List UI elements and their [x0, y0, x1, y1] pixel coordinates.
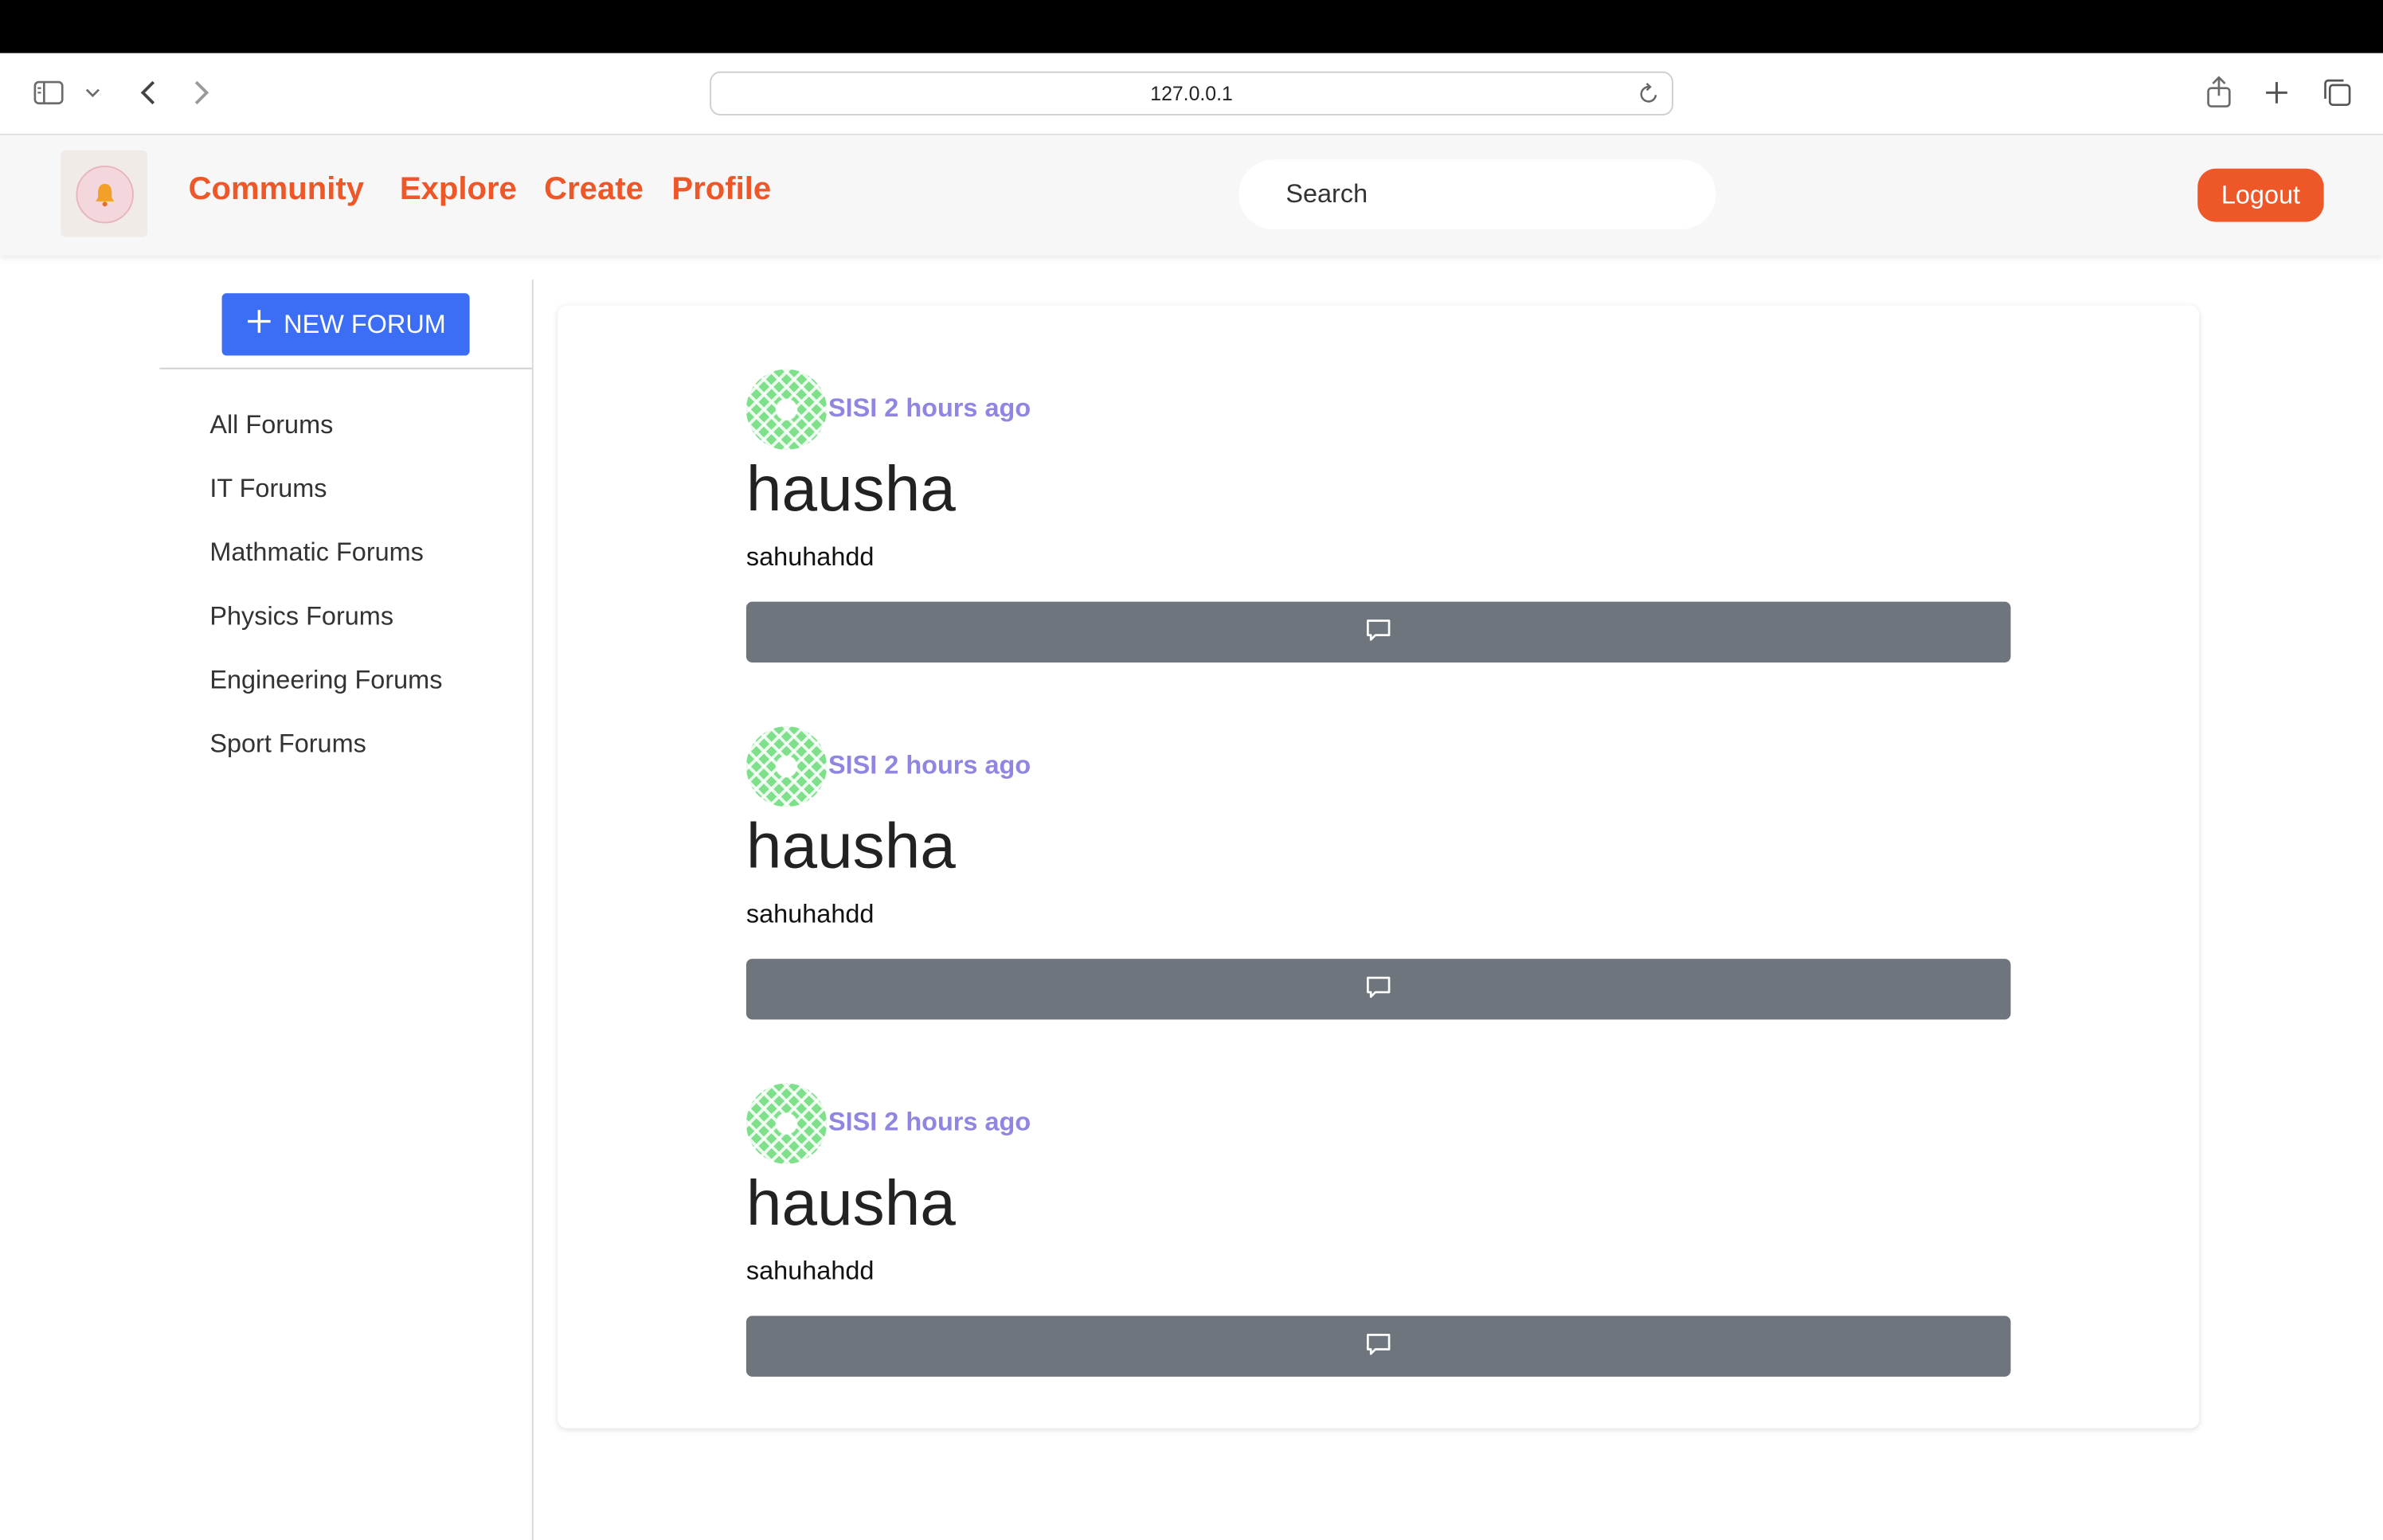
back-icon[interactable]	[134, 76, 161, 109]
sidebar-item-it-forums[interactable]: IT Forums	[209, 474, 327, 504]
post-author-meta[interactable]: SISI 2 hours ago	[828, 1108, 1031, 1138]
new-tab-icon[interactable]	[2261, 77, 2291, 107]
sidebar-item-all-forums[interactable]: All Forums	[209, 410, 333, 440]
post-body: sahuhahdd	[745, 899, 875, 928]
sidebar-item-mathmatic-forums[interactable]: Mathmatic Forums	[209, 538, 424, 569]
post-body: sahuhahdd	[745, 1257, 875, 1286]
share-icon[interactable]	[2204, 75, 2234, 111]
sidebar-item-sport-forums[interactable]: Sport Forums	[209, 729, 366, 760]
chevron-down-icon[interactable]	[84, 84, 102, 102]
post-header: SISI 2 hours ago	[745, 369, 1354, 450]
sidebar-divider-line	[159, 367, 532, 369]
nav-link-explore[interactable]: Explore	[400, 172, 517, 209]
post-header: SISI 2 hours ago	[745, 1083, 1354, 1164]
new-forum-label: NEW FORUM	[284, 309, 446, 338]
comment-icon	[1365, 616, 1392, 648]
comment-icon	[1365, 973, 1392, 1005]
post-header: SISI 2 hours ago	[745, 726, 1354, 807]
browser-toolbar: 127.0.0.1	[0, 53, 2383, 135]
comment-icon	[1365, 1331, 1392, 1362]
site-navbar: Community Explore Create Profile Logout	[0, 135, 2383, 256]
comment-button[interactable]	[745, 959, 2011, 1020]
post-body: sahuhahdd	[745, 542, 875, 572]
reload-icon[interactable]	[1638, 82, 1660, 109]
post-title[interactable]: hausha	[746, 811, 956, 881]
post-title[interactable]: hausha	[746, 454, 956, 525]
address-bar[interactable]: 127.0.0.1	[710, 71, 1673, 116]
post-author-meta[interactable]: SISI 2 hours ago	[828, 751, 1031, 781]
sidebar-item-engineering-forums[interactable]: Engineering Forums	[209, 666, 442, 696]
forward-icon[interactable]	[189, 76, 216, 109]
comment-button[interactable]	[745, 1315, 2011, 1377]
url-text: 127.0.0.1	[1150, 82, 1233, 105]
sidebar-border	[531, 279, 534, 1540]
avatar[interactable]	[745, 369, 828, 450]
site-logo[interactable]	[61, 150, 148, 237]
nav-link-profile[interactable]: Profile	[671, 172, 771, 209]
nav-link-community[interactable]: Community	[189, 172, 364, 209]
avatar[interactable]	[745, 1083, 828, 1164]
avatar[interactable]	[745, 726, 828, 807]
nav-link-create[interactable]: Create	[544, 172, 644, 209]
search-input[interactable]	[1238, 159, 1716, 230]
os-menu-strip	[0, 0, 2383, 53]
post-author-meta[interactable]: SISI 2 hours ago	[828, 393, 1031, 424]
sidebar-item-physics-forums[interactable]: Physics Forums	[209, 602, 393, 632]
comment-button[interactable]	[745, 601, 2011, 663]
tabs-overview-icon[interactable]	[2321, 76, 2354, 109]
logout-button[interactable]: Logout	[2197, 168, 2324, 222]
post-title[interactable]: hausha	[746, 1167, 956, 1238]
bell-icon	[75, 165, 133, 223]
sidebar-icon[interactable]	[32, 79, 65, 106]
plus-icon	[245, 307, 271, 341]
new-forum-button[interactable]: NEW FORUM	[221, 293, 470, 356]
